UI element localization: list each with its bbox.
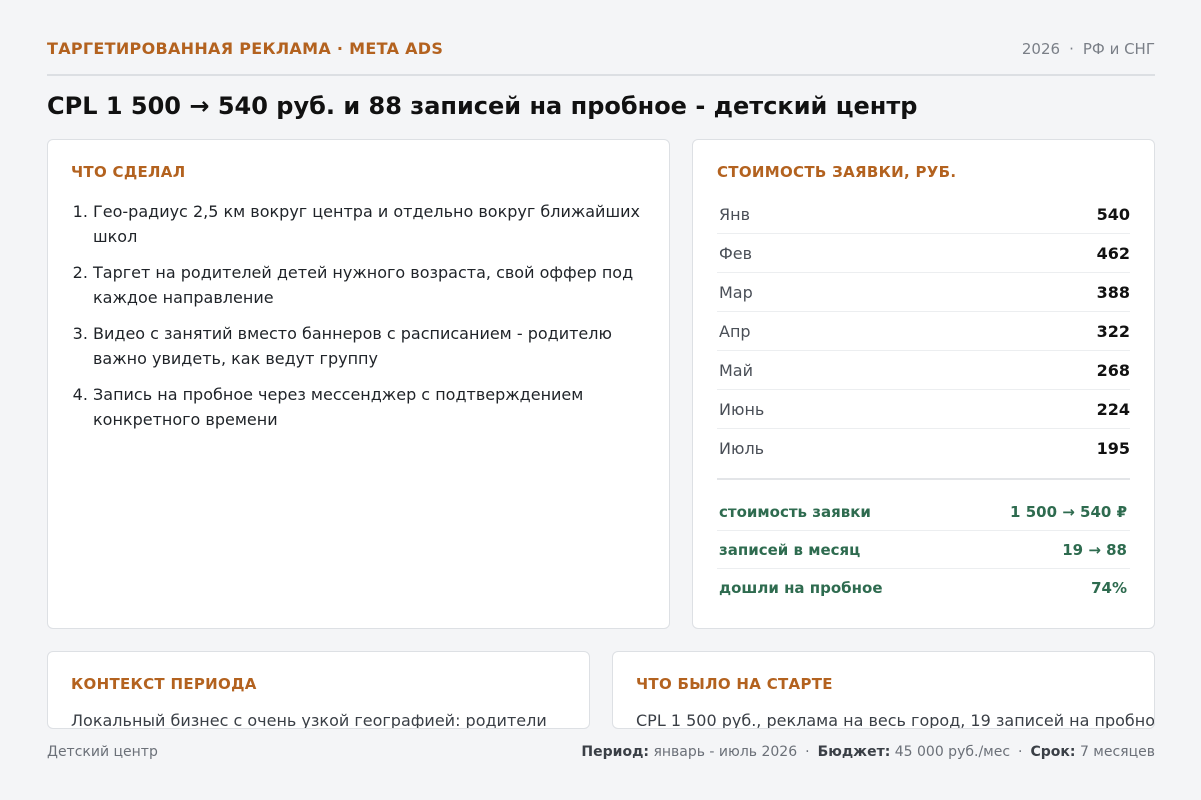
- year-label: 2026: [1021, 39, 1061, 58]
- brand-label: ТАРГЕТИРОВАННАЯ РЕКЛАМА · META ADS: [47, 39, 444, 58]
- month-row: Апр 322: [717, 312, 1130, 351]
- month-label: Фев: [719, 243, 753, 263]
- month-row: Май 268: [717, 351, 1130, 390]
- month-value: 195: [1096, 438, 1130, 458]
- top-bar: ТАРГЕТИРОВАННАЯ РЕКЛАМА · META ADS 2026 ·…: [47, 39, 1155, 58]
- term-value: 7 месяцев: [1079, 744, 1155, 760]
- month-value: 462: [1096, 243, 1130, 263]
- step-item: Запись на пробное через мессенджер с под…: [93, 382, 646, 432]
- footer: Детский центр Период: январь - июль 2026…: [47, 744, 1155, 760]
- period-context-text: Локальный бизнес с очень узкой географие…: [71, 711, 547, 729]
- month-row: Фев 462: [717, 234, 1130, 273]
- period-label: Период:: [581, 744, 649, 760]
- kpi-row: записей в месяц 19 → 88: [717, 531, 1130, 569]
- what-done-title: ЧТО СДЕЛАЛ: [71, 163, 186, 181]
- meta-info: 2026 · РФ и СНГ: [1021, 39, 1155, 58]
- month-label: Янв: [719, 204, 751, 224]
- start-state-title: ЧТО БЫЛО НА СТАРТЕ: [636, 675, 833, 693]
- kpi-label: дошли на пробное: [719, 578, 883, 597]
- kpi-value: 74%: [1091, 578, 1127, 597]
- project-meta: Период: январь - июль 2026 · Бюджет: 45 00…: [581, 744, 1155, 760]
- budget-value: 45 000 руб./мес: [894, 744, 1011, 760]
- start-state-card: ЧТО БЫЛО НА СТАРТЕ CPL 1 500 руб., рекла…: [612, 651, 1155, 729]
- start-state-text: CPL 1 500 руб., реклама на весь город, 1…: [636, 711, 1155, 729]
- kpi-value: 1 500 → 540 ₽: [1010, 502, 1127, 521]
- kpi-divider: [717, 478, 1130, 480]
- lead-cost-title: СТОИМОСТЬ ЗАЯВКИ, РУБ.: [717, 163, 957, 181]
- month-label: Июль: [719, 438, 765, 458]
- month-value: 388: [1096, 282, 1130, 302]
- month-label: Апр: [719, 321, 751, 341]
- month-row: Янв 540: [717, 195, 1130, 234]
- month-value: 540: [1096, 204, 1130, 224]
- month-label: Май: [719, 360, 754, 380]
- what-done-card: ЧТО СДЕЛАЛ Гео-радиус 2,5 км вокруг цент…: [47, 139, 670, 629]
- period-value: январь - июль 2026: [653, 744, 798, 760]
- month-row: Мар 388: [717, 273, 1130, 312]
- step-item: Гео-радиус 2,5 км вокруг центра и отдель…: [93, 199, 646, 249]
- kpi-row: дошли на пробное 74%: [717, 569, 1130, 606]
- period-context-card: КОНТЕКСТ ПЕРИОДА Локальный бизнес с очен…: [47, 651, 590, 729]
- step-item: Таргет на родителей детей нужного возрас…: [93, 260, 646, 310]
- page-title: CPL 1 500 → 540 руб. и 88 записей на про…: [47, 92, 918, 120]
- steps-list: Гео-радиус 2,5 км вокруг центра и отдель…: [71, 199, 646, 432]
- month-value: 224: [1096, 399, 1130, 419]
- period-context-title: КОНТЕКСТ ПЕРИОДА: [71, 675, 257, 693]
- kpi-value: 19 → 88: [1062, 540, 1127, 559]
- budget-label: Бюджет:: [817, 744, 891, 760]
- header-divider: [47, 74, 1155, 76]
- step-item: Видео с занятий вместо баннеров с распис…: [93, 321, 646, 371]
- month-row: Июль 195: [717, 429, 1130, 467]
- month-label: Июнь: [719, 399, 765, 419]
- kpi-row: стоимость заявки 1 500 → 540 ₽: [717, 493, 1130, 531]
- monthly-cost-table: Янв 540 Фев 462 Мар 388 Апр 322 Май 268 Июнь 2…: [717, 195, 1130, 467]
- kpi-label: стоимость заявки: [719, 502, 871, 521]
- month-label: Мар: [719, 282, 753, 302]
- lead-cost-card: СТОИМОСТЬ ЗАЯВКИ, РУБ. Янв 540 Фев 462 Мар…: [692, 139, 1155, 629]
- kpi-summary: стоимость заявки 1 500 → 540 ₽ записей в …: [717, 493, 1130, 606]
- client-label: Детский центр: [47, 744, 158, 760]
- month-row: Июнь 224: [717, 390, 1130, 429]
- term-label: Срок:: [1030, 744, 1076, 760]
- kpi-label: записей в месяц: [719, 540, 861, 559]
- region-label: РФ и СНГ: [1082, 39, 1155, 58]
- month-value: 268: [1096, 360, 1130, 380]
- month-value: 322: [1096, 321, 1130, 341]
